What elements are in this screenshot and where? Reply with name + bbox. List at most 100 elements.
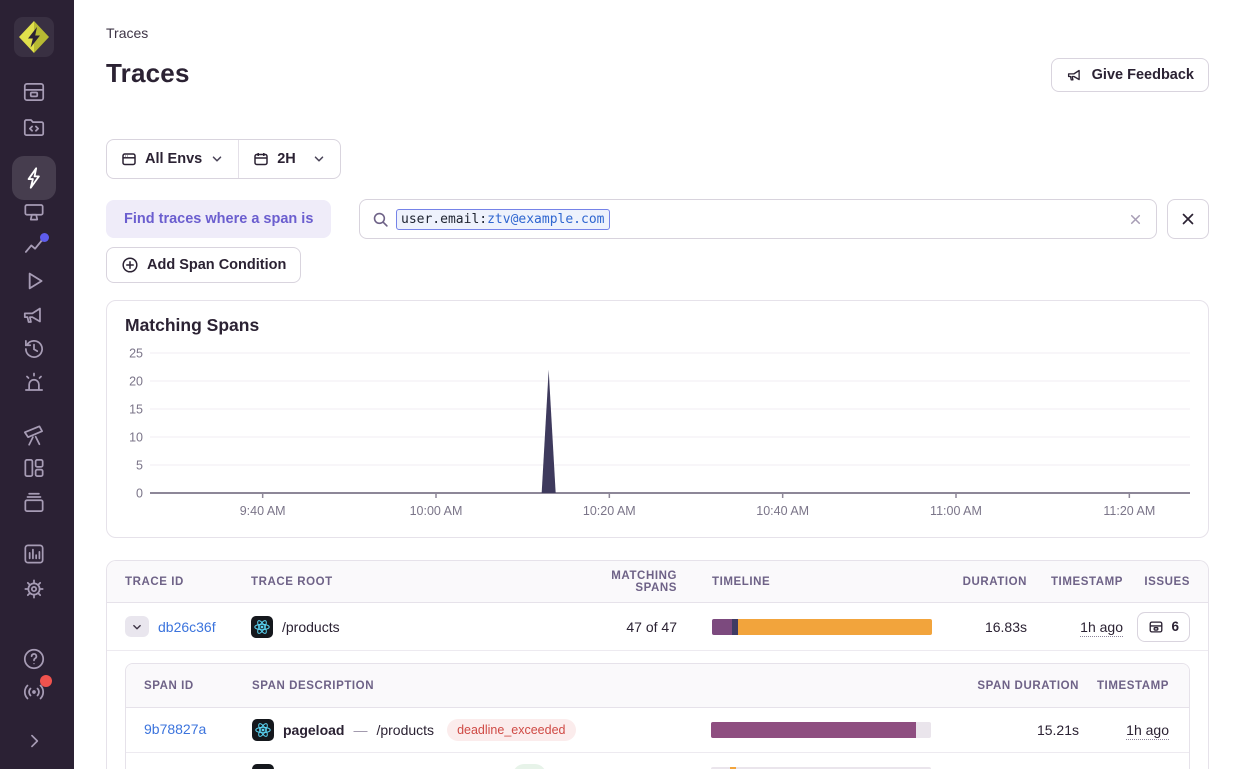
plus-circle-icon — [121, 256, 139, 274]
page-filter-bar: All Envs 2H — [106, 139, 341, 179]
svg-text:11:00 AM: 11:00 AM — [930, 504, 982, 518]
stats-bars-icon[interactable] — [21, 541, 47, 567]
svg-text:15: 15 — [129, 403, 143, 417]
remove-condition-button[interactable] — [1167, 199, 1209, 239]
matching-spans-count: 47 of 47 — [567, 619, 677, 635]
svg-text:10:20 AM: 10:20 AM — [583, 504, 636, 518]
sentry-logo[interactable] — [14, 17, 54, 57]
broadcast-notification-dot — [40, 675, 52, 687]
gear-icon[interactable] — [21, 576, 47, 602]
svg-text:10:00 AM: 10:00 AM — [410, 504, 463, 518]
help-icon[interactable] — [21, 646, 47, 672]
siren-icon[interactable] — [21, 370, 47, 396]
col-trace-id: TRACE ID — [125, 576, 251, 588]
chevron-down-icon — [210, 152, 224, 166]
date-range-value: 2H — [277, 151, 296, 167]
svg-text:9:40 AM: 9:40 AM — [240, 504, 286, 518]
close-icon — [1179, 210, 1197, 228]
matching-spans-chart-card: Matching Spans 0 5 10 15 20 25 9:40 AM 10:00 AM… — [106, 300, 1209, 538]
token-value: ztv@example.com — [487, 212, 604, 227]
trace-issues-button[interactable]: 6 — [1137, 612, 1190, 642]
archive-icon[interactable] — [21, 490, 47, 516]
col-duration: DURATION — [952, 576, 1027, 588]
search-filter-token[interactable]: user.email:ztv@example.com — [396, 209, 610, 230]
add-span-condition-label: Add Span Condition — [147, 257, 286, 273]
span-status-badge: ok — [513, 764, 546, 769]
trace-timestamp[interactable]: 1h ago — [1080, 619, 1123, 637]
span-row: 9b78827a pageload — /products deadline_e… — [126, 708, 1189, 753]
calendar-icon — [253, 151, 269, 167]
col-span-timestamp: TIMESTAMP — [1079, 680, 1169, 692]
svg-text:10: 10 — [129, 431, 143, 445]
span-condition-label: Find traces where a span is — [106, 200, 331, 238]
chevron-down-icon — [130, 620, 144, 634]
megaphone-icon[interactable] — [21, 302, 47, 328]
span-status-badge: deadline_exceeded — [447, 719, 575, 741]
span-timestamp[interactable]: 1h ago — [1126, 722, 1169, 740]
svg-text:25: 25 — [129, 347, 143, 361]
issues-inbox-icon — [1148, 619, 1164, 635]
span-row: b7a7e441 ex http.server — GET /organizat… — [126, 753, 1189, 769]
matching-spans-chart: 05101520259:40 AM10:00 AM10:20 AM10:40 A… — [125, 345, 1190, 521]
trace-root-name: /products — [282, 619, 340, 635]
sidebar-expand-chevron-icon[interactable] — [24, 731, 44, 751]
breadcrumb[interactable]: Traces — [106, 25, 148, 41]
chart-title: Matching Spans — [125, 315, 259, 336]
col-timestamp: TIMESTAMP — [1027, 576, 1123, 588]
svg-text:20: 20 — [129, 375, 143, 389]
add-span-condition-button[interactable]: Add Span Condition — [106, 247, 301, 283]
clear-search-icon[interactable] — [1127, 211, 1144, 228]
span-description: /products — [376, 722, 434, 738]
sidebar — [0, 0, 74, 769]
span-table: SPAN ID SPAN DESCRIPTION SPAN DURATION T… — [125, 663, 1190, 769]
col-timeline: TIMELINE — [677, 576, 952, 588]
collapse-trace-chevron[interactable] — [125, 616, 149, 637]
trace-timeline-bar — [712, 619, 932, 635]
trace-id-link[interactable]: db26c36f — [158, 619, 216, 635]
express-project-icon: ex — [252, 764, 274, 769]
trace-row: db26c36f /products 47 of 47 16.83s 1h ag… — [107, 603, 1208, 651]
col-span-description: SPAN DESCRIPTION — [252, 680, 711, 692]
main-content: Traces Traces Give Feedback All Envs 2H … — [74, 0, 1241, 769]
span-timeline-bar — [711, 722, 931, 738]
trace-issues-count: 6 — [1171, 619, 1179, 634]
telescope-icon[interactable] — [21, 422, 47, 448]
insights-notification-dot — [40, 233, 49, 242]
col-span-id: SPAN ID — [144, 680, 252, 692]
col-span-duration: SPAN DURATION — [931, 680, 1079, 692]
svg-text:11:20 AM: 11:20 AM — [1103, 504, 1155, 518]
play-icon[interactable] — [21, 268, 47, 294]
span-duration: 15.21s — [931, 722, 1079, 738]
issues-inbox-icon[interactable] — [21, 79, 47, 105]
megaphone-icon — [1066, 66, 1084, 84]
react-project-icon — [252, 719, 274, 741]
window-icon — [121, 151, 137, 167]
lightning-icon[interactable] — [21, 165, 47, 191]
sentry-logo-icon — [16, 19, 52, 55]
svg-text:0: 0 — [136, 487, 143, 501]
span-search-input[interactable]: user.email:ztv@example.com — [359, 199, 1157, 239]
layout-grid-icon[interactable] — [21, 455, 47, 481]
projector-icon[interactable] — [21, 199, 47, 225]
date-range-selector[interactable]: 2H — [239, 140, 340, 178]
code-folder-icon[interactable] — [21, 114, 47, 140]
span-table-header: SPAN ID SPAN DESCRIPTION SPAN DURATION T… — [126, 664, 1189, 708]
col-issues: ISSUES — [1123, 576, 1190, 588]
svg-text:5: 5 — [136, 459, 143, 473]
token-key: user.email: — [401, 212, 487, 227]
environment-value: All Envs — [145, 151, 202, 167]
trace-duration: 16.83s — [952, 619, 1027, 635]
span-operation: pageload — [283, 722, 344, 738]
give-feedback-button[interactable]: Give Feedback — [1051, 58, 1209, 92]
page-title: Traces — [106, 58, 190, 89]
search-icon — [372, 211, 389, 228]
col-trace-root: TRACE ROOT — [251, 576, 567, 588]
give-feedback-label: Give Feedback — [1092, 67, 1194, 83]
separator-dash: — — [353, 722, 367, 738]
chevron-down-icon — [312, 152, 326, 166]
col-matching-spans: MATCHING SPANS — [567, 570, 677, 594]
clock-rewind-icon[interactable] — [21, 336, 47, 362]
react-project-icon — [251, 616, 273, 638]
environment-selector[interactable]: All Envs — [107, 140, 238, 178]
span-id-link[interactable]: 9b78827a — [144, 721, 206, 737]
